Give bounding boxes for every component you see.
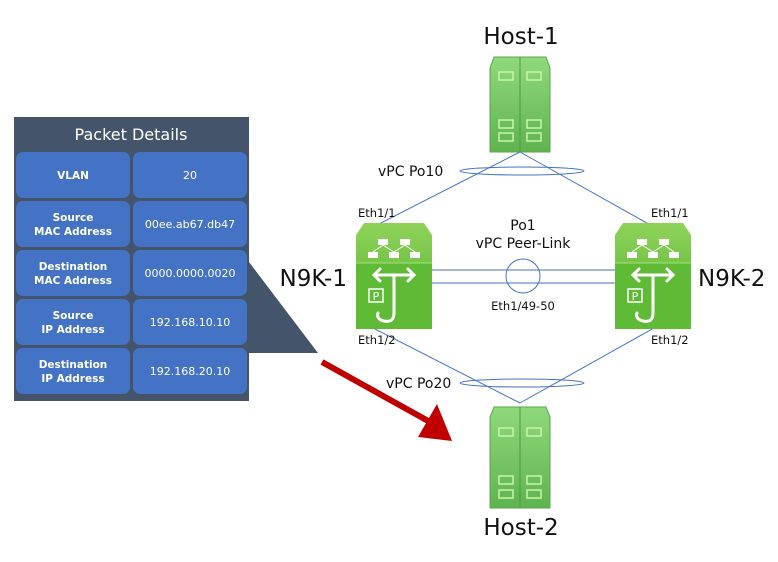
host-2[interactable]: Host-2: [483, 406, 559, 541]
field-label: Source: [53, 212, 94, 224]
field-label: Destination: [39, 261, 108, 273]
field-value: 00ee.ab67.db47: [145, 218, 235, 231]
n9k-1-uplink-port: Eth1/1: [358, 206, 396, 220]
vpc-po20-label: vPC Po20: [386, 376, 451, 392]
vpc-po10-bundle: [459, 166, 585, 176]
field-cell: [16, 201, 130, 247]
host-1[interactable]: Host-1: [483, 24, 559, 153]
packet-details-panel: Packet Details VLAN 20 Source MAC Address 00…: [14, 117, 318, 401]
peer-link-ports: Eth1/49-50: [491, 299, 555, 313]
link-host1-n9k2: [519, 151, 655, 228]
network-diagram: Packet Details VLAN 20 Source MAC Address 00…: [14, 24, 765, 541]
field-value: 20: [183, 169, 197, 182]
nexus-switch-icon: P: [615, 223, 691, 329]
field-cell: [16, 299, 130, 345]
field-value: 192.168.10.10: [150, 316, 230, 329]
n9k-2-uplink-port: Eth1/1: [651, 206, 689, 220]
n9k-1-label: N9K-1: [280, 266, 347, 292]
field-label: Destination: [39, 359, 108, 371]
link-n9k2-host2: [519, 327, 655, 404]
field-value: 0000.0000.0020: [145, 267, 236, 280]
field-label: MAC Address: [34, 226, 112, 238]
peer-link-name: Po1: [510, 218, 535, 234]
field-cell: [16, 348, 130, 394]
field-label: VLAN: [57, 170, 89, 182]
panel-title: Packet Details: [75, 125, 188, 144]
peer-link-bundle-circle: [505, 258, 541, 294]
field-label: MAC Address: [34, 275, 112, 287]
arrow-head: [418, 404, 452, 441]
n9k-1[interactable]: P: [356, 223, 432, 329]
svg-text:P: P: [632, 290, 639, 303]
arrow-shaft: [320, 359, 432, 425]
svg-text:P: P: [373, 290, 380, 303]
nexus-switch-icon: P: [356, 223, 432, 329]
n9k-1-downlink-port: Eth1/2: [358, 333, 396, 347]
vpc-po20-bundle: [459, 378, 585, 388]
field-cell: [16, 250, 130, 296]
field-value: 192.168.20.10: [150, 365, 230, 378]
n9k-2-downlink-port: Eth1/2: [651, 333, 689, 347]
field-label: IP Address: [41, 373, 104, 385]
peer-link-description: vPC Peer-Link: [476, 236, 572, 252]
host-2-label: Host-2: [483, 515, 558, 541]
n9k-2[interactable]: P: [615, 223, 691, 329]
field-label: IP Address: [41, 324, 104, 336]
n9k-2-label: N9K-2: [698, 266, 765, 292]
host-1-label: Host-1: [483, 24, 558, 50]
vpc-po10-label: vPC Po10: [378, 164, 443, 180]
packet-flow-arrow: [320, 359, 452, 441]
field-label: Source: [53, 310, 94, 322]
